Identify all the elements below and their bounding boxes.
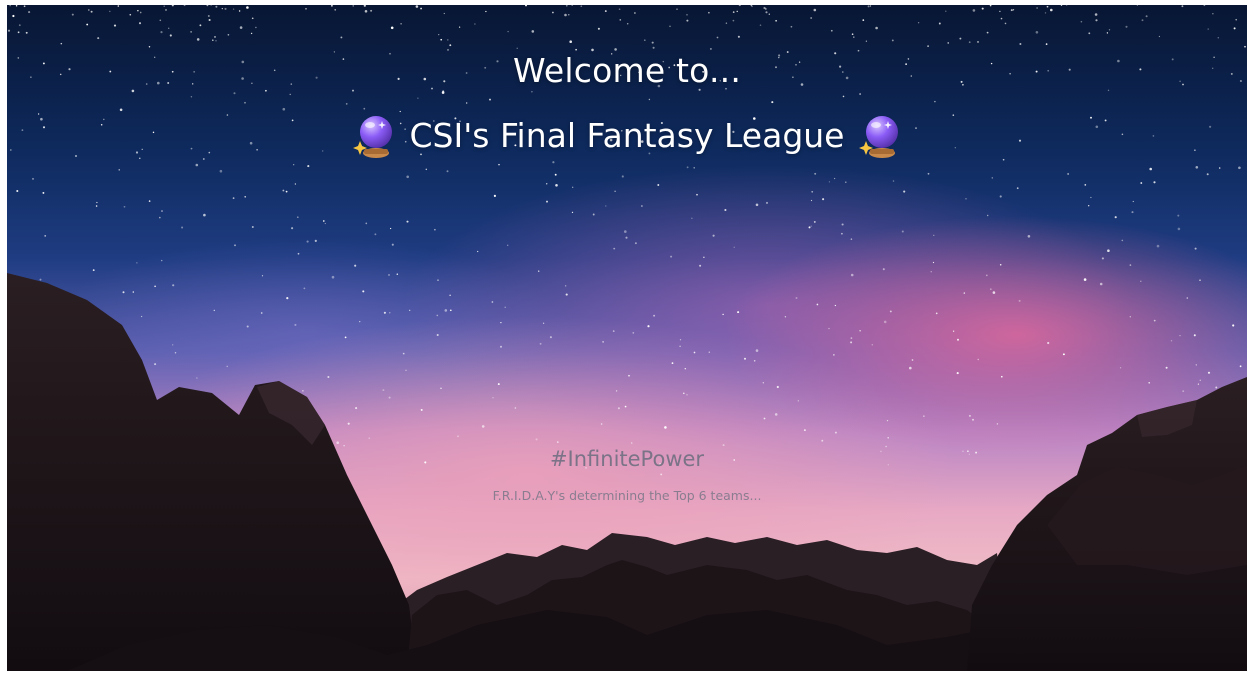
welcome-heading: Welcome to... [512, 51, 742, 90]
night-sky-background: Welcome to... CSI's Final Fantasy League… [7, 5, 1247, 671]
slide-frame: Welcome to... CSI's Final Fantasy League… [0, 0, 1250, 674]
status-message: F.R.I.D.A.Y's determining the Top 6 team… [492, 488, 762, 503]
crystal-ball-icon [859, 116, 899, 158]
league-title-row: CSI's Final Fantasy League [7, 113, 1247, 159]
hashtag-text: #InfinitePower [549, 447, 705, 471]
crystal-ball-icon [352, 116, 392, 158]
title-block: Welcome to... CSI's Final Fantasy League [7, 49, 1247, 159]
league-title: CSI's Final Fantasy League [409, 116, 845, 155]
subtitle-block: #InfinitePower F.R.I.D.A.Y's determining… [7, 445, 1247, 505]
